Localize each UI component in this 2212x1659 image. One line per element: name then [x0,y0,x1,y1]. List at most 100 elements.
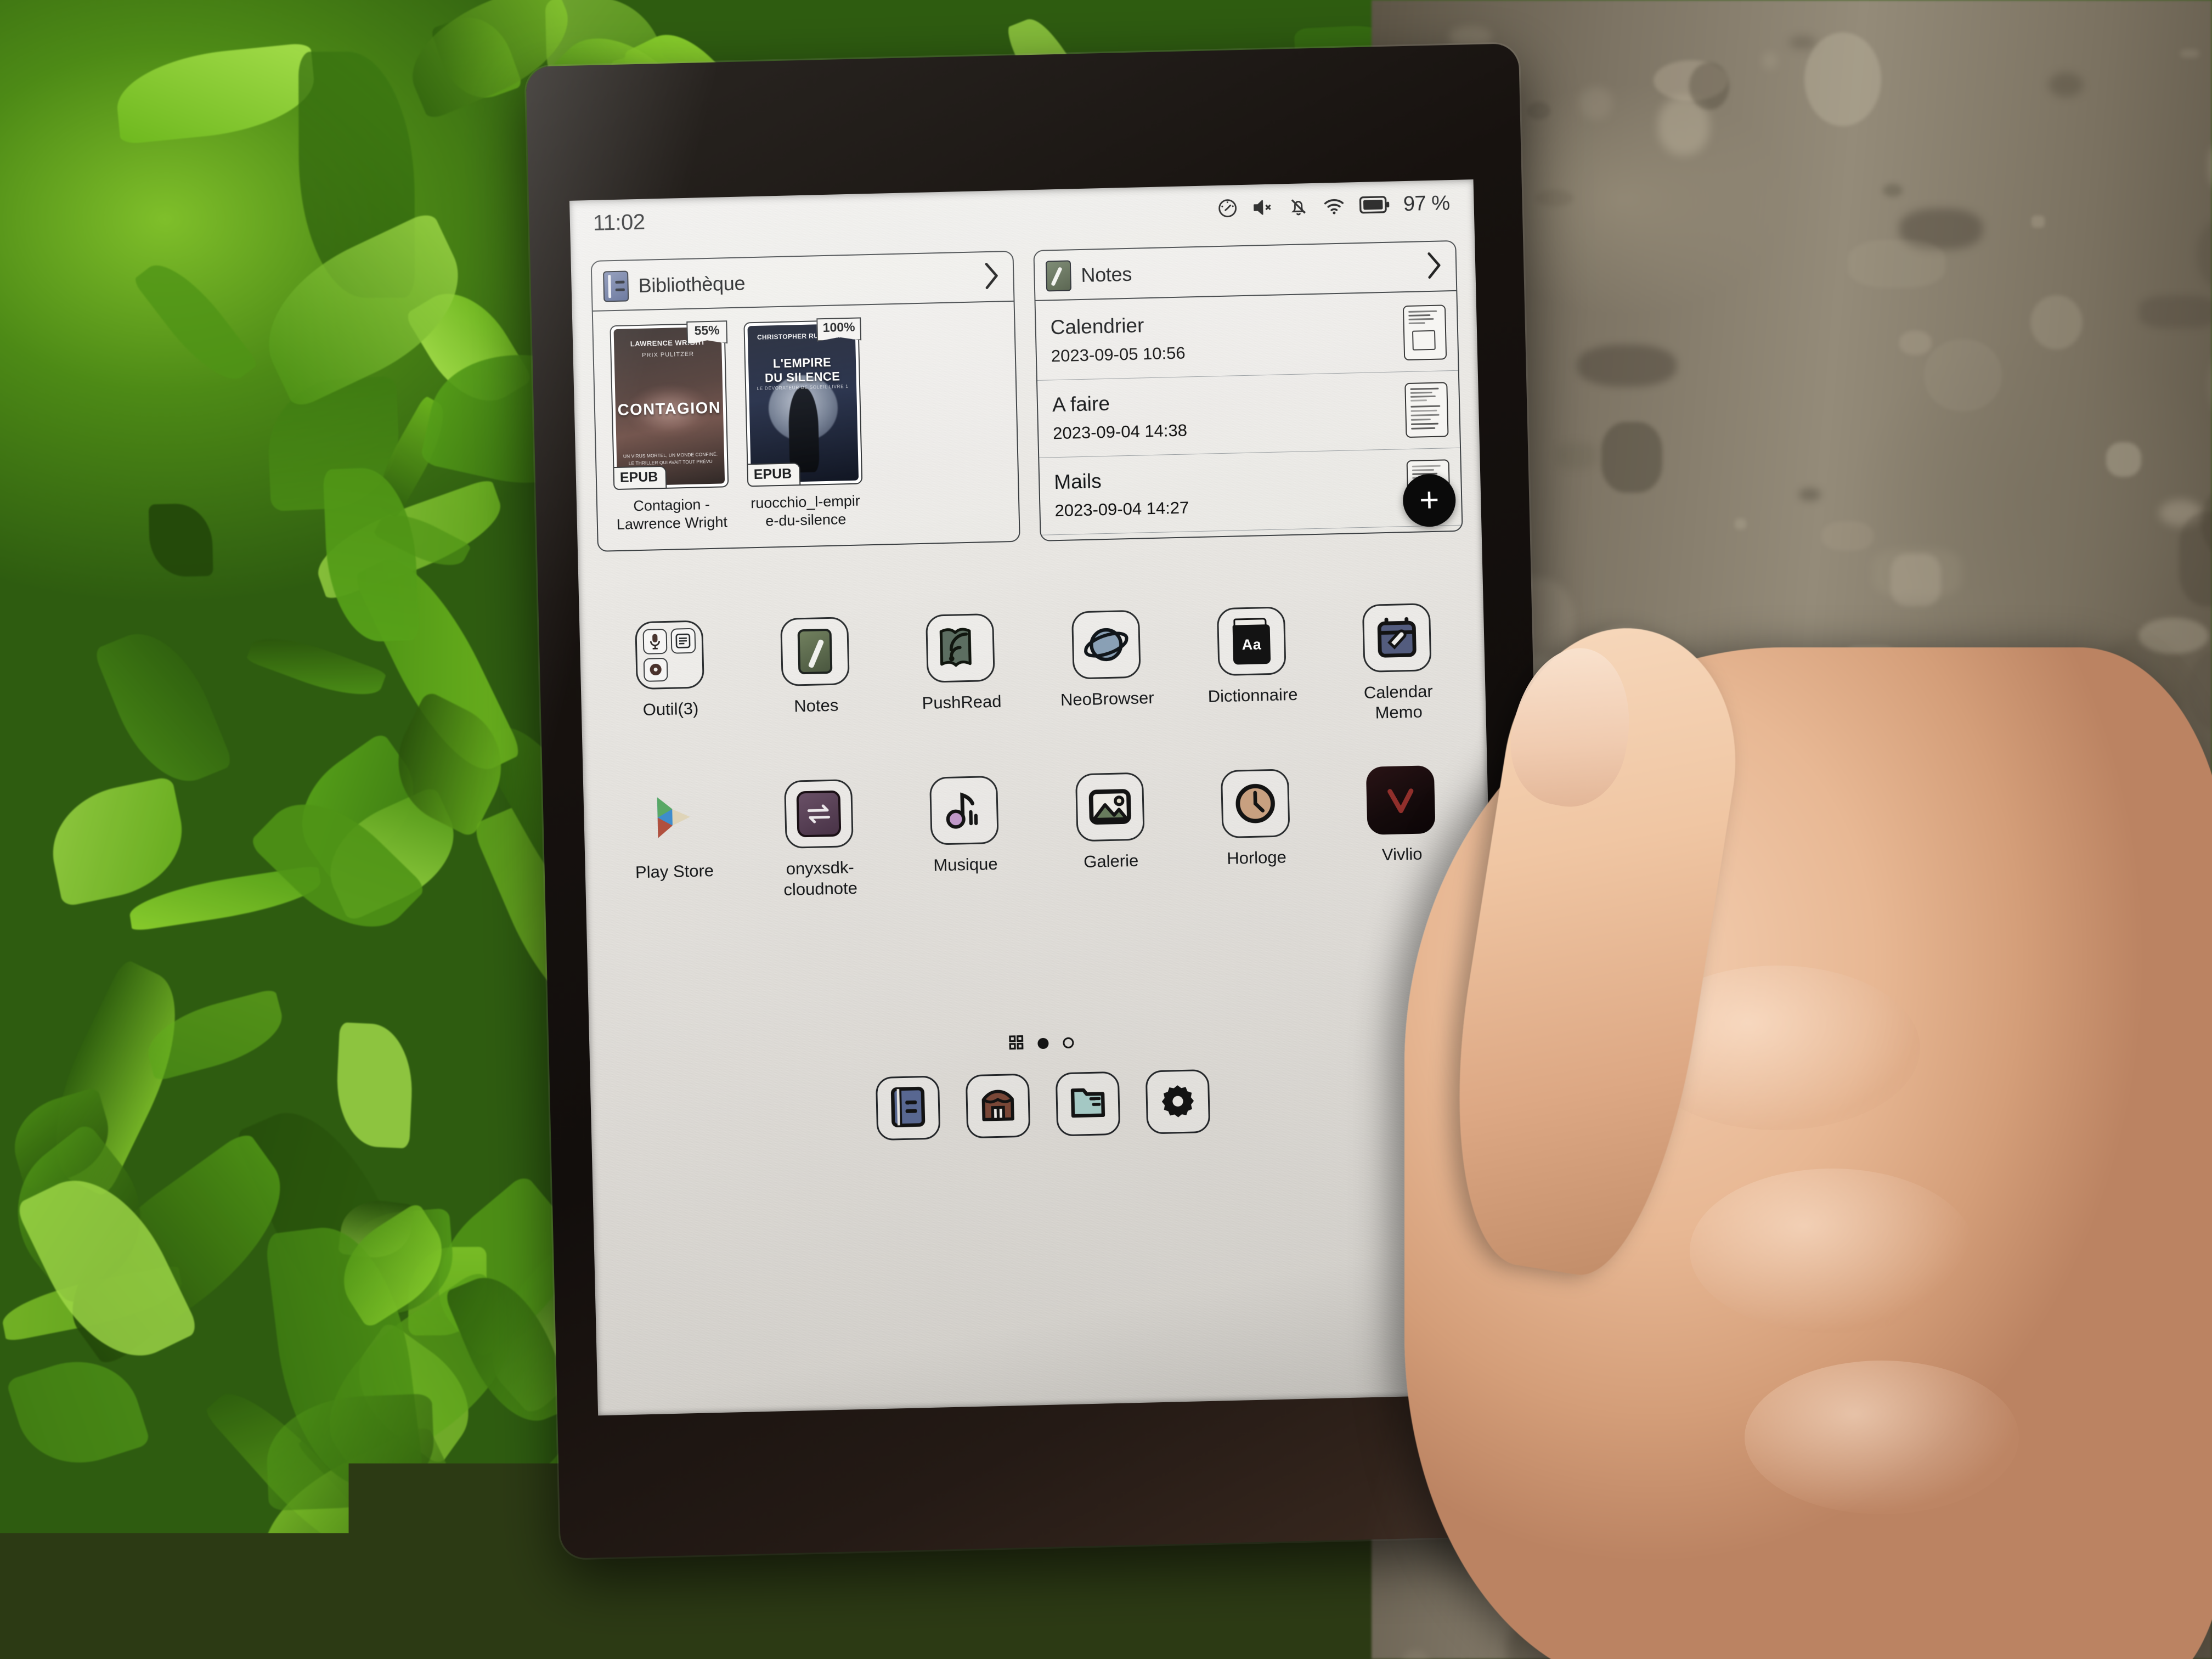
app-horloge[interactable]: Horloge [1182,768,1330,890]
dock-settings[interactable] [1146,1069,1211,1135]
note-row[interactable]: A faire 2023-09-04 14:38 [1037,371,1460,458]
wall-speck [2078,1246,2108,1267]
clock-icon[interactable] [1221,769,1290,839]
app-pushread[interactable]: PushRead [887,612,1035,735]
gallery-photo-icon[interactable] [1075,772,1145,842]
app-dictionnaire[interactable]: Aa Dictionnaire [1178,606,1326,728]
leaf [132,250,258,394]
file-format-badge: EPUB [747,462,800,487]
wall-speck [1799,488,1821,500]
app-play-store[interactable]: Play Store [600,782,748,904]
store-shop-icon [978,1085,1018,1128]
app-label: Vivlio [1382,844,1423,865]
book-cover[interactable]: LAWRENCE WRIGHT PRIX PULITZER CONTAGION … [610,323,729,490]
app-calendar-memo[interactable]: Calendar Memo [1323,602,1471,724]
book-item[interactable]: LAWRENCE WRIGHT PRIX PULITZER CONTAGION … [610,323,730,534]
app-label: Play Store [635,860,714,883]
scribble-line [1410,396,1436,398]
note-row[interactable]: Calendrier 2023-09-05 10:56 [1036,294,1458,381]
refresh-rate-icon[interactable] [1217,197,1239,219]
wall-speck [2210,142,2212,190]
dock-files[interactable] [1056,1071,1121,1137]
ereader-screen: 11:02 97 % Bibliothèque LAWRENCE WRIGHT … [569,179,1502,1415]
scribble-line [1408,311,1437,313]
calendar-pen-icon[interactable] [1362,603,1432,673]
wall-speck [1587,1270,1635,1320]
wall-speck [1606,1514,1638,1528]
wall-speck [1401,1650,1430,1659]
app-musique[interactable]: Musique [891,775,1039,898]
wall-speck [2139,296,2212,328]
wifi-icon[interactable] [1322,195,1346,217]
app-onyxsdk-cloudnote[interactable]: onyxsdk-cloudnote [745,778,893,901]
leaf [334,1023,415,1149]
wall-speck [1700,658,1743,695]
planet-browser-icon[interactable] [1071,610,1141,680]
notes-pen-icon [1046,260,1071,291]
pushread-book-rss-icon[interactable] [926,613,995,683]
wall-speck [1555,442,1598,469]
library-card-title: Bibliothèque [638,272,745,297]
wall-speck [1804,32,1881,126]
app-grid-icon[interactable] [1009,1035,1024,1053]
app-vivlio[interactable]: Vivlio [1327,765,1475,887]
sync-arrows-icon[interactable] [784,779,854,849]
dictionary-aa-icon[interactable]: Aa [1217,606,1286,676]
chevron-right-icon[interactable] [982,261,1001,294]
volume-muted-icon[interactable] [1252,196,1276,219]
record-dot-icon [643,657,668,682]
scribble-line [1411,414,1440,416]
wall-speck [1763,52,1777,69]
library-card[interactable]: Bibliothèque LAWRENCE WRIGHT PRIX PULITZ… [591,251,1020,552]
play-store-icon[interactable] [639,783,708,853]
app-label: Horloge [1227,847,1286,869]
wall-speck [2022,866,2102,923]
note-row[interactable]: Mails 2023-09-04 14:27 [1039,448,1462,535]
wall-speck [2049,72,2083,98]
note-name: Calendrier [1050,308,1395,338]
music-note-icon[interactable] [929,776,999,845]
app-row-2: Play Store onyxsdk-cloudnote Musique Gal… [600,765,1476,904]
wall-speck [1883,1482,1965,1539]
page-dot-active[interactable] [1037,1037,1048,1048]
dock-store[interactable] [966,1074,1031,1139]
app-notes[interactable]: Notes [741,616,889,738]
app-label: Calendar Memo [1339,680,1458,724]
wall-speck [1924,339,2002,411]
page-dot-inactive[interactable] [1063,1037,1074,1048]
page-indicator [589,1024,1493,1063]
app-label: Notes [794,695,839,716]
wall-speck [1891,554,1940,606]
note-date: 2023-09-04 14:27 [1054,493,1399,521]
chevron-right-icon[interactable] [1425,250,1444,283]
vivlio-v-icon[interactable] [1366,765,1436,835]
wall-speck [1733,1465,1745,1471]
notes-card[interactable]: Notes Calendrier 2023-09-05 10:56 A faire 2… [1033,240,1463,541]
app-neobrowser[interactable]: NeoBrowser [1032,609,1181,731]
document-list-icon [671,628,696,654]
wall-speck [1681,856,1712,878]
wall-speck [1601,422,1662,493]
book-item[interactable]: CHRISTOPHER RUOCCHIO L'EMPIRE DU SILENCE… [743,320,864,531]
wall-speck [1835,645,1906,736]
app-grid: Outil(3) Notes PushRead NeoBrowser Aa Di… [596,602,1476,904]
app-outil[interactable]: Outil(3) [596,619,744,742]
wall-speck [2138,618,2209,654]
leaf [246,625,387,708]
notifications-off-icon[interactable] [1288,195,1310,218]
note-thumbnail [1404,382,1448,438]
app-row-1: Outil(3) Notes PushRead NeoBrowser Aa Di… [596,602,1472,741]
wall-speck [1527,102,1550,119]
notes-pen-icon[interactable] [780,617,850,686]
battery-percent: 97 % [1403,191,1450,216]
scribble-line [1411,423,1438,425]
dock-library[interactable] [876,1075,941,1141]
wall-speck [2179,512,2212,606]
note-date: 2023-09-05 10:56 [1051,338,1395,366]
app-galerie[interactable]: Galerie [1036,771,1184,894]
dictionary-glyph: Aa [1242,636,1261,653]
book-cover[interactable]: CHRISTOPHER RUOCCHIO L'EMPIRE DU SILENCE… [743,320,862,487]
battery-icon[interactable] [1359,194,1391,216]
wall-speck [1536,190,1573,206]
tools-folder-icon[interactable] [635,620,704,690]
